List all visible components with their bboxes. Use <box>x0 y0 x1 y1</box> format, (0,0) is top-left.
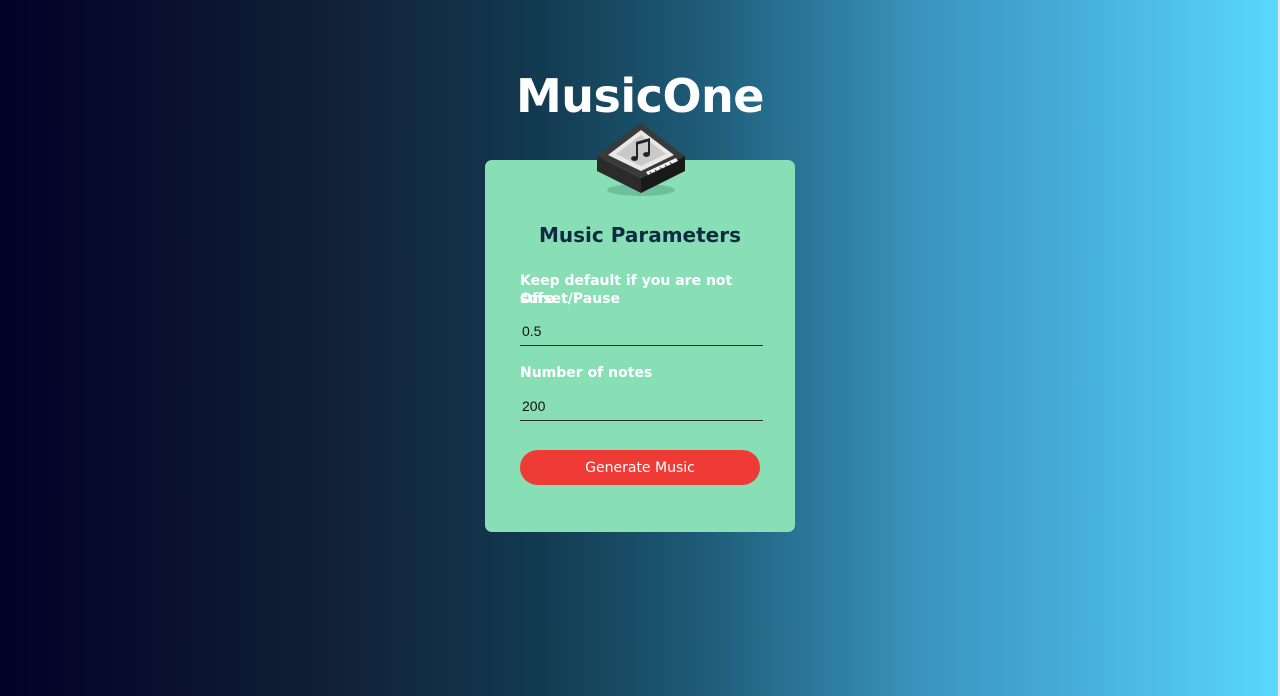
number-of-notes-label: Number of notes <box>520 365 653 381</box>
music-parameters-card: Music Parameters Keep default if you are… <box>485 160 795 532</box>
generate-music-button[interactable]: Generate Music <box>520 450 760 485</box>
app-title: MusicOne <box>516 68 765 123</box>
music-keyboard-icon <box>597 123 685 196</box>
offset-pause-input[interactable] <box>520 316 763 346</box>
offset-pause-label: Offset/Pause <box>520 291 621 307</box>
card-title: Music Parameters <box>539 223 741 247</box>
number-of-notes-input[interactable] <box>520 391 763 421</box>
